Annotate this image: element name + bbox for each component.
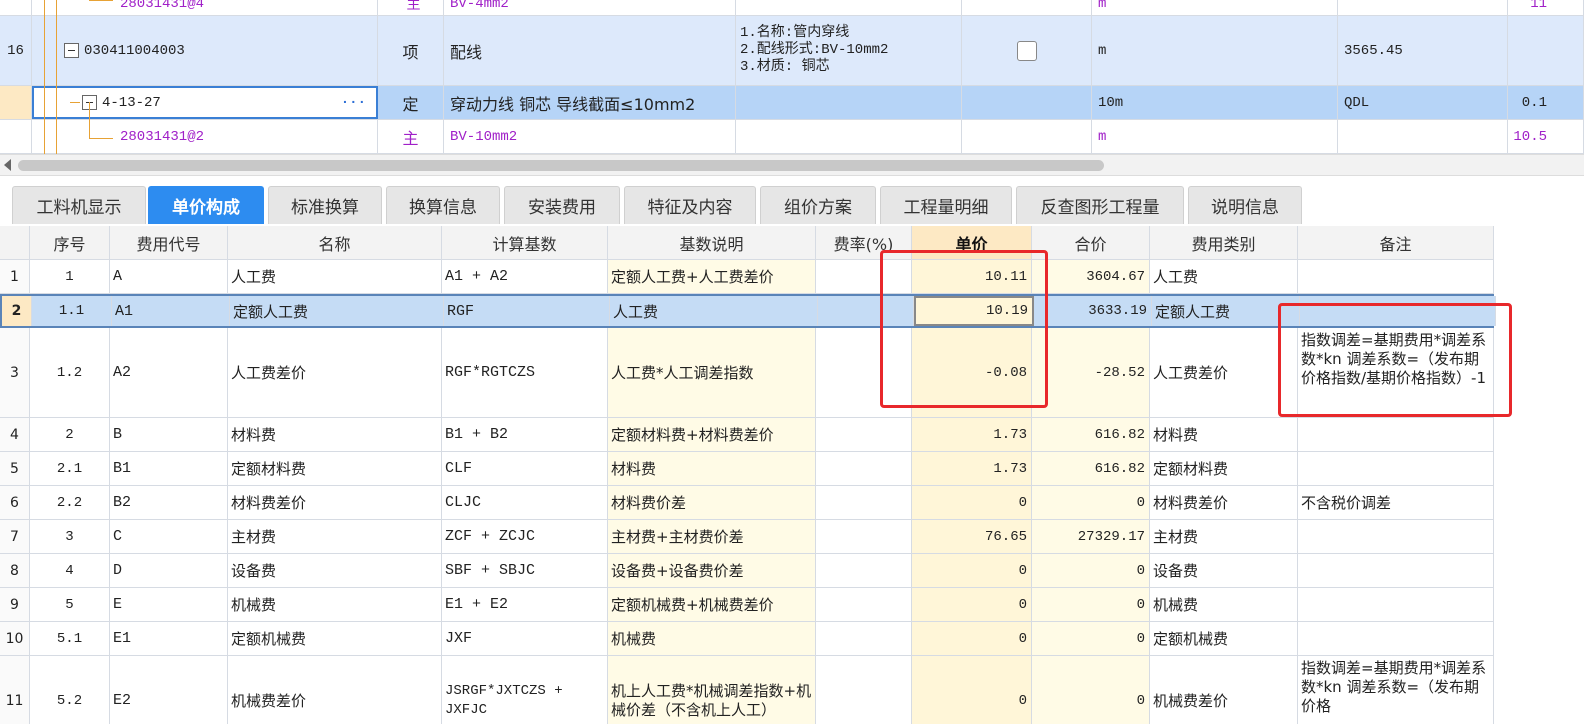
col-category[interactable]: 费用类别 [1150,226,1298,259]
item-feature: 1.名称:管内穿线 2.配线形式:BV-10mm2 3.材质: 铜芯 [736,16,962,85]
item-checkbox[interactable] [1016,40,1037,61]
item-code: 4-13-27 [102,94,161,111]
table-row[interactable]: 16 030411004003 项 配线 1.名称:管内穿线 2.配线形式:BV… [0,16,1584,86]
unit-price-table: 序号 费用代号 名称 计算基数 基数说明 费率(%) 单价 合价 费用类别 备注… [0,226,1584,724]
more-options-button[interactable]: ··· [341,95,366,111]
item-type: 主 [378,120,444,153]
item-code: 28031431@4 [32,0,378,15]
col-base-desc[interactable]: 基数说明 [608,226,816,259]
item-unit: 10m [1092,86,1338,119]
table-header: 序号 费用代号 名称 计算基数 基数说明 费率(%) 单价 合价 费用类别 备注 [0,226,1494,260]
item-qty: 3565.45 [1338,16,1508,85]
item-amount: 0.1 [1508,86,1584,119]
item-code-cell[interactable]: 030411004003 [32,16,378,85]
row-number: 16 [0,16,32,85]
tab-features[interactable]: 特征及内容 [624,186,756,224]
col-name[interactable]: 名称 [228,226,442,259]
tab-unit-price[interactable]: 单价构成 [148,186,264,224]
col-code[interactable]: 费用代号 [110,226,228,259]
horizontal-scrollbar[interactable] [0,154,1584,176]
table-row[interactable]: 10 5.1 E1 定额机械费 JXF 机械费 0 0 定额机械费 [0,622,1494,656]
item-code-cell[interactable]: 4-13-27 ··· [32,86,378,119]
col-unit-price[interactable]: 单价 [912,226,1032,259]
table-row[interactable]: 1 1 A 人工费 A1 + A2 定额人工费+人工费差价 10.11 3604… [0,260,1494,294]
col-note[interactable]: 备注 [1298,226,1494,259]
tab-labor-material-machine[interactable]: 工料机显示 [12,186,146,224]
table-row[interactable]: 4 2 B 材料费 B1 + B2 定额材料费+材料费差价 1.73 616.8… [0,418,1494,452]
col-total[interactable]: 合价 [1032,226,1150,259]
table-row[interactable]: 8 4 D 设备费 SBF + SBJC 设备费+设备费价差 0 0 设备费 [0,554,1494,588]
item-amount: 11 [1508,0,1584,15]
item-type: 主 [378,0,444,15]
item-code: 28031431@2 [32,120,378,153]
tab-pricing-scheme[interactable]: 组价方案 [760,186,876,224]
tab-standard-conversion[interactable]: 标准换算 [268,186,382,224]
item-unit: m [1092,0,1338,15]
tab-installation-fee[interactable]: 安装费用 [504,186,620,224]
detail-tabs: 工料机显示 单价构成 标准换算 换算信息 安装费用 特征及内容 组价方案 工程量… [0,176,1584,226]
scroll-left-icon[interactable] [4,159,11,171]
tab-conversion-info[interactable]: 换算信息 [386,186,500,224]
tab-quantity-detail[interactable]: 工程量明细 [880,186,1012,224]
item-checkbox-cell [962,16,1092,85]
table-row[interactable]: 3 1.2 A2 人工费差价 RGF*RGTCZS 人工费*人工调差指数 -0.… [0,328,1494,418]
table-row[interactable]: 6 2.2 B2 材料费差价 CLJC 材料费价差 0 0 材料费差价 不含税价… [0,486,1494,520]
table-row[interactable]: 28031431@4 主 BV-4mm2 m 11 [0,0,1584,16]
col-seq[interactable]: 序号 [30,226,110,259]
item-name: 配线 [444,16,736,85]
table-row[interactable]: 7 3 C 主材费 ZCF + ZCJC 主材费+主材费价差 76.65 273… [0,520,1494,554]
col-base[interactable]: 计算基数 [442,226,608,259]
table-row-selected[interactable]: 2 1.1 A1 定额人工费 RGF 人工费 10.19 3633.19 定额人… [0,294,1496,328]
scrollbar-thumb[interactable] [18,160,1104,171]
item-code: 030411004003 [84,42,185,59]
item-type: 定 [378,86,444,119]
col-rate[interactable]: 费率(%) [816,226,912,259]
item-amount: 10.5 [1508,120,1584,153]
item-name: BV-10mm2 [444,120,736,153]
tab-description[interactable]: 说明信息 [1188,186,1302,224]
item-qty: QDL [1338,86,1508,119]
table-row[interactable]: 9 5 E 机械费 E1 + E2 定额机械费+机械费差价 0 0 机械费 [0,588,1494,622]
tab-reverse-graphic[interactable]: 反查图形工程量 [1016,186,1184,224]
bill-items-grid: 28031431@4 主 BV-4mm2 m 11 16 03041100400… [0,0,1584,154]
item-name: 穿动力线 铜芯 导线截面≤10mm2 [444,86,736,119]
item-name: BV-4mm2 [444,0,736,15]
item-type: 项 [378,16,444,85]
table-row-selected[interactable]: 4-13-27 ··· 定 穿动力线 铜芯 导线截面≤10mm2 10m QDL… [0,86,1584,120]
item-amount [1508,16,1584,85]
collapse-icon[interactable] [64,43,79,58]
table-row[interactable]: 5 2.1 B1 定额材料费 CLF 材料费 1.73 616.82 定额材料费 [0,452,1494,486]
item-unit: m [1092,120,1338,153]
table-row[interactable]: 28031431@2 主 BV-10mm2 m 10.5 [0,120,1584,154]
item-unit: m [1092,16,1338,85]
table-row[interactable]: 11 5.2 E2 机械费差价 JSRGF*JXTCZS + JXFJC 机上人… [0,656,1494,724]
